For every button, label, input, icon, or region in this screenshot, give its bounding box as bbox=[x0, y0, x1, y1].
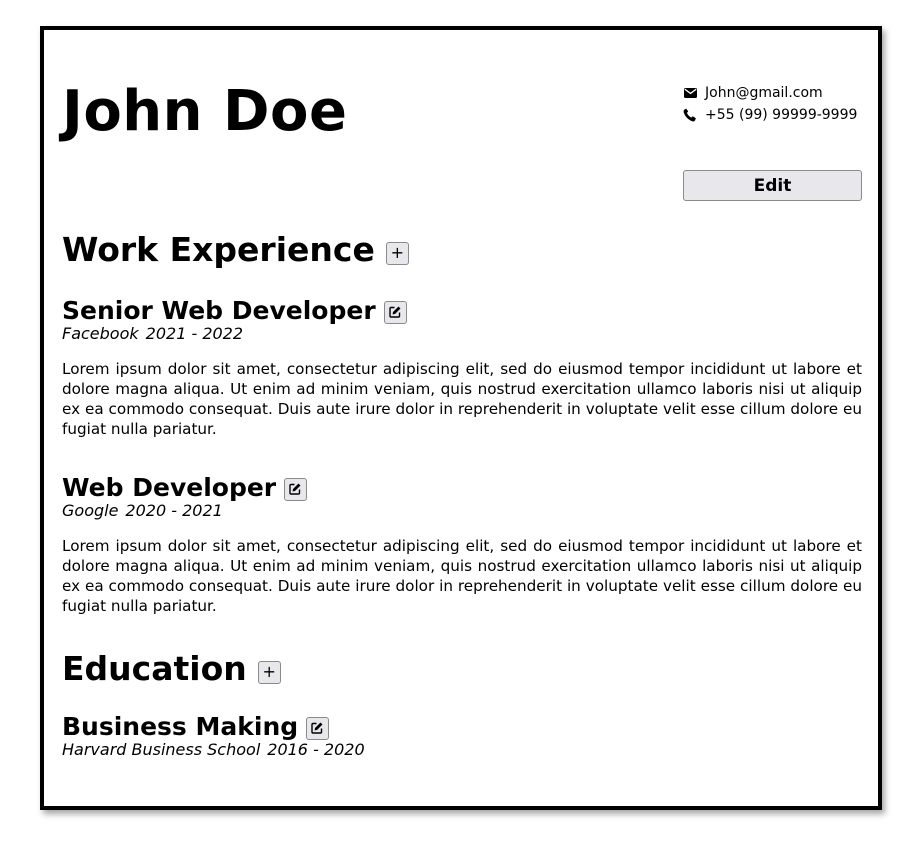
job-title-text: Web Developer bbox=[62, 472, 277, 502]
job-title: Senior Web Developer bbox=[62, 296, 407, 324]
education-school: Harvard Business School bbox=[62, 740, 261, 759]
job-company: Google bbox=[62, 501, 119, 520]
job-period: 2021 - 2022 bbox=[145, 324, 244, 343]
edit-button[interactable]: Edit bbox=[683, 170, 862, 201]
edit-icon bbox=[311, 721, 324, 737]
phone-row: +55 (99) 99999-9999 bbox=[683, 104, 857, 126]
edit-icon bbox=[289, 482, 302, 498]
work-experience-heading: Work Experience + bbox=[62, 233, 409, 266]
job-title: Web Developer bbox=[62, 472, 308, 502]
work-experience-title: Work Experience bbox=[62, 230, 375, 269]
job-description: Lorem ipsum dolor sit amet, consectetur … bbox=[62, 537, 862, 615]
plus-icon: + bbox=[390, 243, 405, 262]
envelope-icon bbox=[683, 86, 697, 100]
email-row: John@gmail.com bbox=[683, 82, 857, 104]
job-title-text: Senior Web Developer bbox=[62, 295, 376, 325]
email-text: John@gmail.com bbox=[705, 85, 823, 101]
job-period: 2020 - 2021 bbox=[125, 501, 223, 520]
education-meta: Harvard Business School 2016 - 2020 bbox=[62, 742, 365, 758]
education-period: 2016 - 2020 bbox=[267, 740, 365, 759]
add-education-button[interactable]: + bbox=[257, 660, 281, 684]
edit-icon bbox=[388, 305, 402, 321]
education-title-item: Business Making bbox=[62, 711, 330, 741]
education-item-title: Business Making bbox=[62, 711, 299, 741]
contact-info: John@gmail.com +55 (99) 99999-9999 bbox=[683, 82, 857, 126]
edit-job-button[interactable] bbox=[284, 478, 308, 501]
education-title: Education bbox=[62, 649, 247, 688]
job-company: Facebook bbox=[62, 324, 139, 343]
phone-text: +55 (99) 99999-9999 bbox=[705, 107, 858, 123]
edit-job-button[interactable] bbox=[383, 301, 407, 324]
plus-icon: + bbox=[262, 662, 276, 681]
person-name: John Doe bbox=[62, 79, 348, 144]
job-meta: Google 2020 - 2021 bbox=[62, 503, 223, 519]
edit-education-button[interactable] bbox=[306, 717, 330, 740]
phone-icon bbox=[683, 108, 697, 122]
job-meta: Facebook 2021 - 2022 bbox=[62, 326, 243, 342]
resume-card: John Doe John@gmail.com +55 (99) 99999-9… bbox=[40, 26, 882, 810]
job-description: Lorem ipsum dolor sit amet, consectetur … bbox=[62, 360, 862, 438]
education-heading: Education + bbox=[62, 652, 281, 685]
add-work-button[interactable]: + bbox=[385, 241, 409, 265]
